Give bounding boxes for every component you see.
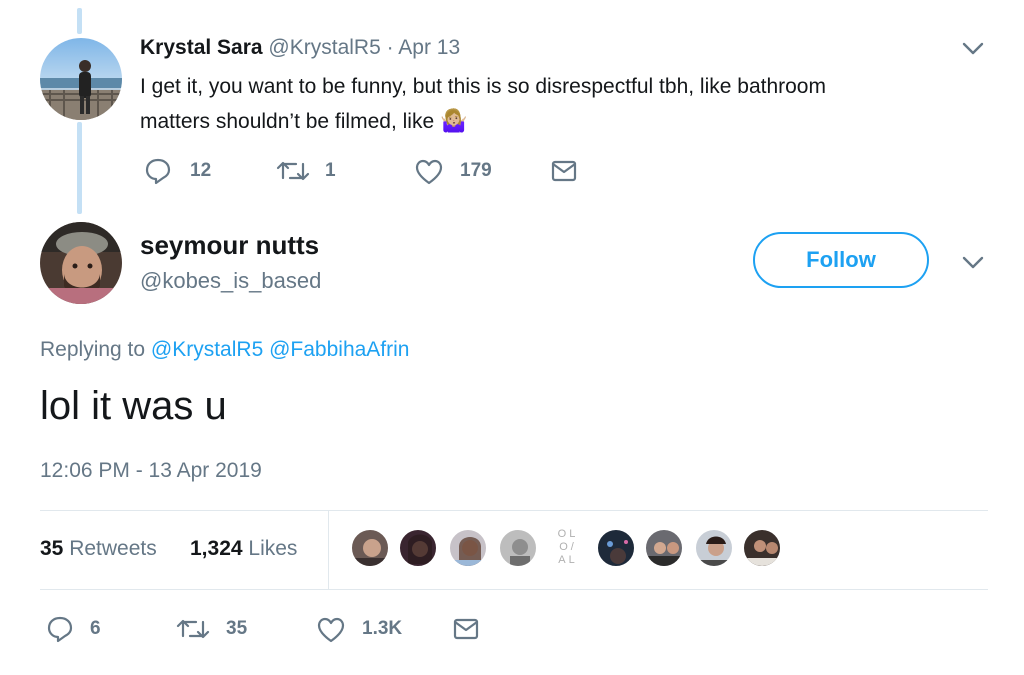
main-tweet-text: lol it was u — [40, 384, 227, 428]
parent-separator: · — [386, 36, 394, 59]
seymour-avatar[interactable] — [40, 222, 122, 304]
tweet-timestamp[interactable]: 12:06 PM - 13 Apr 2019 — [40, 459, 262, 483]
parent-text-line2: matters shouldn’t be filmed, like 🤷🏼‍♀️ — [140, 108, 468, 133]
reply-icon[interactable] — [144, 157, 172, 185]
main-display-name[interactable]: seymour nutts — [140, 230, 319, 261]
reply-mention-fabbiha[interactable]: @FabbihaAfrin — [269, 338, 409, 361]
mail-icon[interactable] — [551, 160, 577, 182]
parent-reply-count: 12 — [190, 160, 212, 181]
reply-icon[interactable] — [46, 615, 74, 643]
reply-mention-krystal[interactable]: @KrystalR5 — [151, 338, 263, 361]
liker-avatar[interactable] — [350, 528, 390, 568]
thread-line-bottom — [77, 122, 82, 214]
liker-avatar[interactable] — [448, 528, 488, 568]
heart-icon[interactable] — [414, 158, 444, 186]
divider-bottom — [40, 589, 988, 590]
parent-handle[interactable]: @KrystalR5 — [268, 36, 380, 59]
like-stat-count: 1,324 — [190, 537, 243, 560]
replying-to: Replying to @KrystalR5 @FabbihaAfrin — [40, 338, 409, 362]
parent-tweet-header: Krystal Sara @KrystalR5 · Apr 13 — [140, 36, 460, 60]
parent-tweet-text: I get it, you want to be funny, but this… — [140, 70, 826, 139]
liker-text-avatar[interactable]: OL O/ AL — [548, 528, 588, 568]
liker-avatar[interactable] — [498, 528, 538, 568]
divider-top — [40, 510, 988, 511]
parent-like-count: 179 — [460, 160, 492, 181]
krystal-avatar[interactable] — [40, 38, 122, 120]
thread-line-top — [77, 8, 82, 34]
main-retweet-count: 35 — [226, 618, 248, 639]
chevron-down-icon[interactable] — [962, 42, 984, 56]
retweet-stat[interactable]: 35 Retweets — [40, 537, 157, 561]
liker-avatar[interactable] — [398, 528, 438, 568]
liker-avatar[interactable] — [694, 528, 734, 568]
heart-icon[interactable] — [316, 616, 346, 644]
retweet-icon[interactable] — [176, 617, 210, 641]
main-reply-count: 6 — [90, 618, 101, 639]
main-like-count: 1.3K — [362, 618, 403, 639]
retweet-stat-label: Retweets — [69, 537, 157, 560]
parent-display-name[interactable]: Krystal Sara — [140, 36, 263, 59]
liker-avatar[interactable] — [644, 528, 684, 568]
parent-text-line1: I get it, you want to be funny, but this… — [140, 75, 826, 98]
main-handle[interactable]: @kobes_is_based — [140, 268, 321, 294]
retweet-icon[interactable] — [276, 159, 310, 183]
shrug-emoji: 🤷🏼‍♀️ — [439, 108, 468, 133]
parent-retweet-count: 1 — [325, 160, 336, 181]
divider-stats-vertical — [328, 511, 329, 589]
retweet-stat-count: 35 — [40, 537, 64, 560]
like-stat[interactable]: 1,324 Likes — [190, 537, 297, 561]
like-stat-label: Likes — [248, 537, 298, 560]
liker-avatar[interactable] — [742, 528, 782, 568]
parent-date[interactable]: Apr 13 — [398, 36, 460, 59]
replying-prefix: Replying to — [40, 338, 146, 361]
liker-avatar[interactable] — [596, 528, 636, 568]
chevron-down-icon[interactable] — [962, 256, 984, 270]
follow-button[interactable]: Follow — [753, 232, 929, 288]
mail-icon[interactable] — [453, 618, 479, 640]
